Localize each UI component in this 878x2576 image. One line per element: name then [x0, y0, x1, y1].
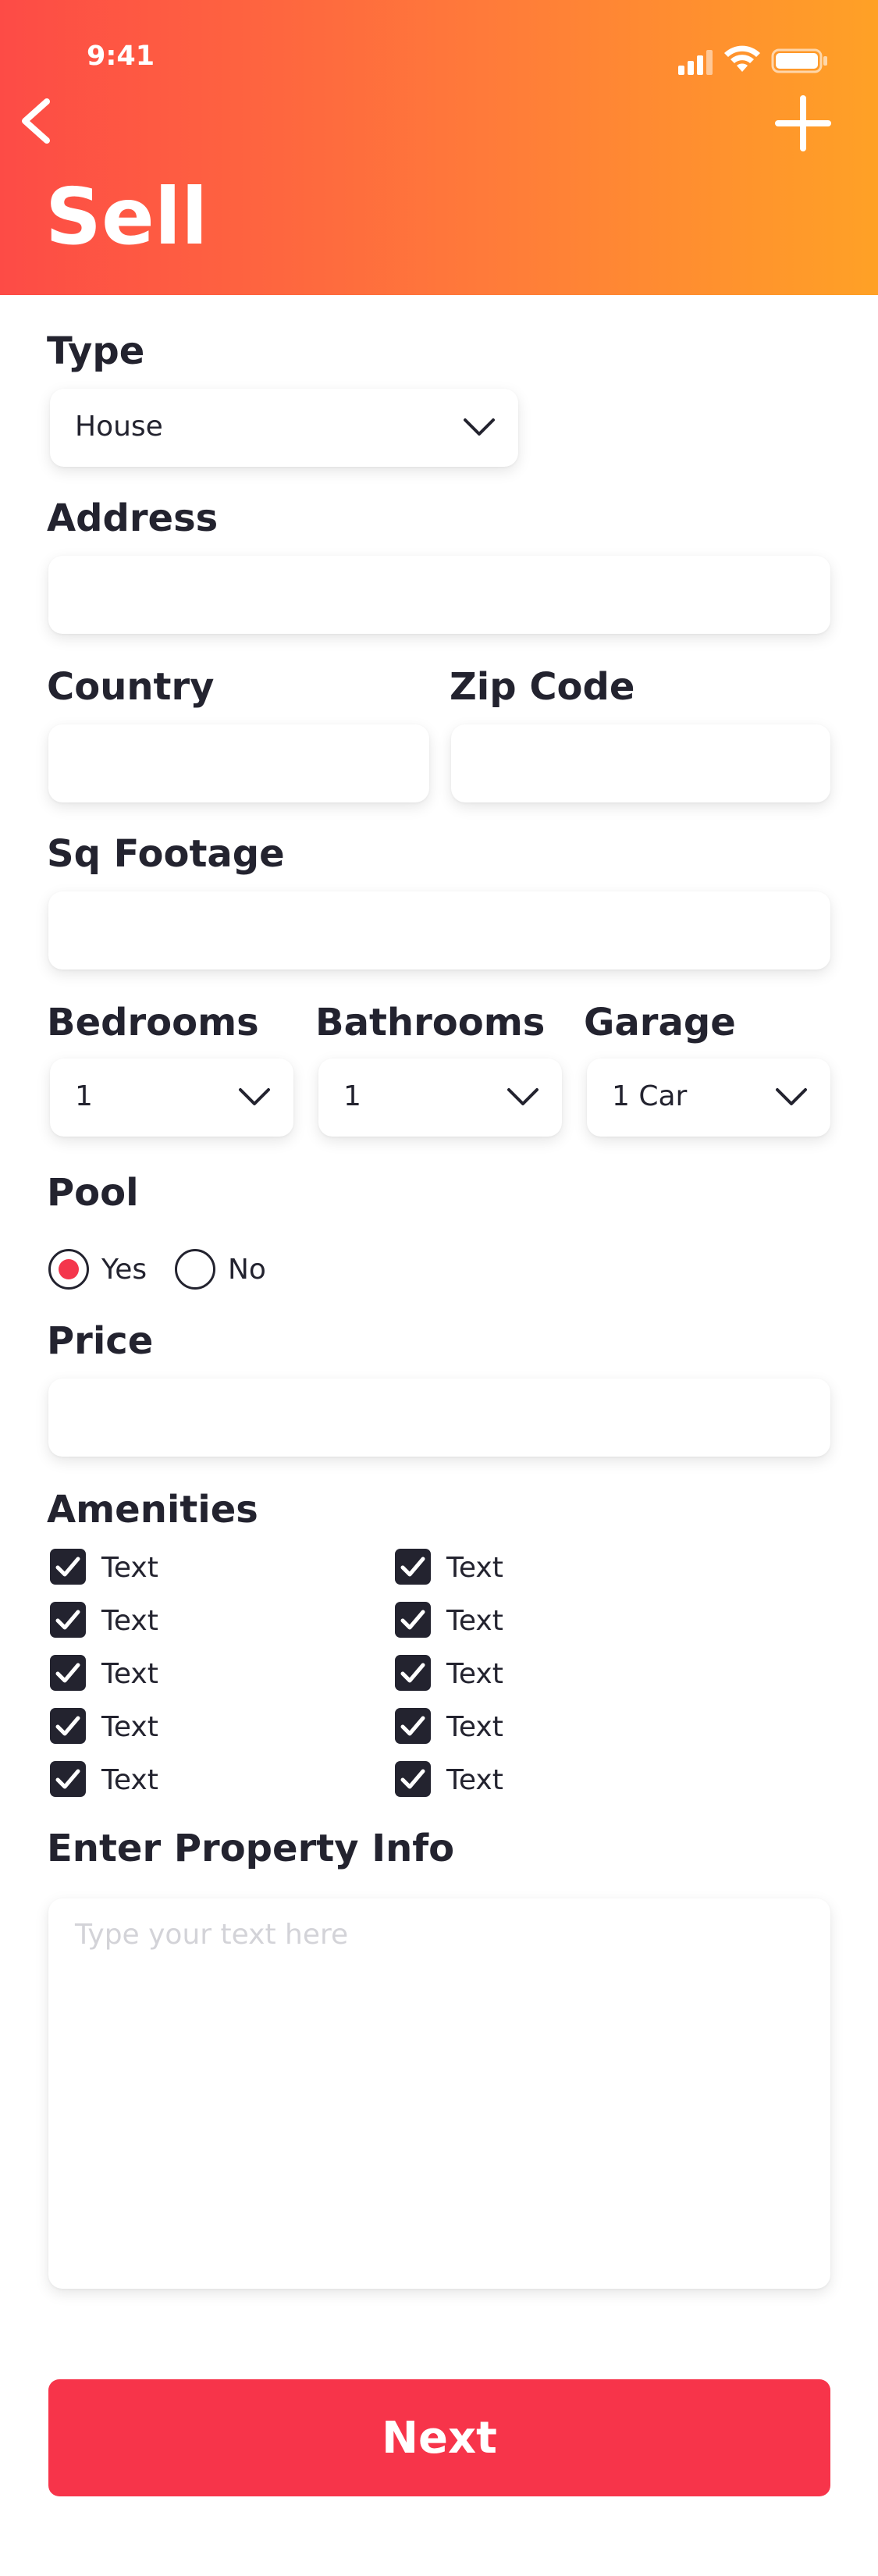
checkbox-box	[50, 1708, 86, 1744]
wifi-icon	[724, 45, 760, 72]
price-input[interactable]	[48, 1379, 830, 1457]
garage-label: Garage	[584, 1001, 736, 1044]
amenity-checkbox[interactable]: Text	[395, 1761, 629, 1799]
amenity-checkbox[interactable]: Text	[50, 1655, 284, 1692]
bathrooms-label: Bathrooms	[315, 1001, 546, 1044]
address-input[interactable]	[48, 556, 830, 634]
checkbox-box	[50, 1761, 86, 1797]
type-value: House	[75, 411, 163, 443]
amenity-label: Text	[446, 1552, 503, 1584]
signal-icon	[678, 50, 713, 75]
amenity-label: Text	[101, 1552, 158, 1584]
pool-label: Pool	[47, 1171, 139, 1215]
pool-yes-label: Yes	[101, 1254, 148, 1286]
bathrooms-select[interactable]: 1	[318, 1059, 562, 1137]
add-button[interactable]	[772, 92, 834, 155]
zip-field[interactable]	[451, 724, 830, 802]
chevron-down-icon	[464, 418, 495, 436]
checkbox-box	[395, 1708, 431, 1744]
radio-dot	[59, 1259, 79, 1279]
battery-icon	[771, 48, 827, 73]
type-select[interactable]: House	[50, 389, 518, 467]
checkmark-icon	[55, 1663, 80, 1683]
price-field[interactable]	[48, 1379, 830, 1457]
sq-footage-label: Sq Footage	[47, 832, 285, 876]
amenity-label: Text	[446, 1605, 503, 1637]
garage-select[interactable]: 1 Car	[587, 1059, 830, 1137]
amenity-label: Text	[101, 1711, 158, 1743]
amenity-checkbox[interactable]: Text	[50, 1602, 284, 1639]
country-label: Country	[47, 665, 215, 709]
checkmark-icon	[400, 1610, 425, 1630]
chevron-down-icon	[507, 1088, 539, 1105]
amenity-checkbox[interactable]: Text	[395, 1549, 629, 1586]
amenity-label: Text	[101, 1605, 158, 1637]
bedrooms-value: 1	[75, 1080, 93, 1112]
zip-input[interactable]	[451, 724, 830, 802]
status-time: 9:41	[87, 41, 155, 72]
next-button[interactable]: Next	[48, 2379, 830, 2496]
back-button[interactable]	[14, 92, 69, 150]
bedrooms-select[interactable]: 1	[50, 1059, 293, 1137]
plus-icon	[775, 95, 831, 151]
address-label: Address	[47, 496, 219, 540]
checkmark-icon	[400, 1716, 425, 1736]
property-info-textarea[interactable]	[48, 1898, 830, 2289]
type-label: Type	[47, 329, 145, 373]
page-title: Sell	[45, 171, 208, 262]
radio-circle	[175, 1249, 215, 1290]
bedrooms-label: Bedrooms	[47, 1001, 259, 1044]
checkmark-icon	[400, 1769, 425, 1789]
checkmark-icon	[55, 1610, 80, 1630]
zip-label: Zip Code	[450, 665, 635, 709]
property-info-field[interactable]	[48, 1898, 830, 2289]
checkmark-icon	[55, 1769, 80, 1789]
radio-circle	[48, 1249, 89, 1290]
amenity-label: Text	[101, 1658, 158, 1690]
pool-no-label: No	[228, 1254, 266, 1286]
amenity-checkbox[interactable]: Text	[395, 1655, 629, 1692]
amenity-checkbox[interactable]: Text	[395, 1708, 629, 1745]
sq-footage-field[interactable]	[48, 891, 830, 970]
header: 9:41 Sell	[0, 0, 878, 295]
checkmark-icon	[55, 1716, 80, 1736]
checkmark-icon	[400, 1663, 425, 1683]
chevron-down-icon	[776, 1088, 807, 1105]
price-label: Price	[47, 1319, 154, 1363]
checkbox-box	[50, 1549, 86, 1585]
amenity-label: Text	[101, 1764, 158, 1796]
checkbox-box	[395, 1761, 431, 1797]
status-icons	[678, 45, 827, 75]
amenity-checkbox[interactable]: Text	[395, 1602, 629, 1639]
checkbox-box	[50, 1655, 86, 1691]
checkmark-icon	[400, 1557, 425, 1577]
checkbox-box	[395, 1655, 431, 1691]
amenity-label: Text	[446, 1764, 503, 1796]
address-field[interactable]	[48, 556, 830, 634]
chevron-down-icon	[239, 1088, 270, 1105]
checkbox-box	[395, 1602, 431, 1638]
sq-footage-input[interactable]	[48, 891, 830, 970]
pool-no-radio[interactable]: No	[175, 1249, 292, 1290]
amenities-label: Amenities	[47, 1488, 258, 1532]
country-input[interactable]	[48, 724, 429, 802]
checkbox-box	[395, 1549, 431, 1585]
bathrooms-value: 1	[343, 1080, 361, 1112]
amenity-label: Text	[446, 1711, 503, 1743]
property-info-label: Enter Property Info	[47, 1827, 455, 1870]
country-field[interactable]	[48, 724, 429, 802]
amenity-checkbox[interactable]: Text	[50, 1549, 284, 1586]
pool-yes-radio[interactable]: Yes	[48, 1249, 165, 1290]
garage-value: 1 Car	[612, 1080, 688, 1112]
amenity-checkbox[interactable]: Text	[50, 1708, 284, 1745]
amenity-checkbox[interactable]: Text	[50, 1761, 284, 1799]
chevron-left-icon	[22, 98, 50, 144]
checkmark-icon	[55, 1557, 80, 1577]
checkbox-box	[50, 1602, 86, 1638]
amenity-label: Text	[446, 1658, 503, 1690]
